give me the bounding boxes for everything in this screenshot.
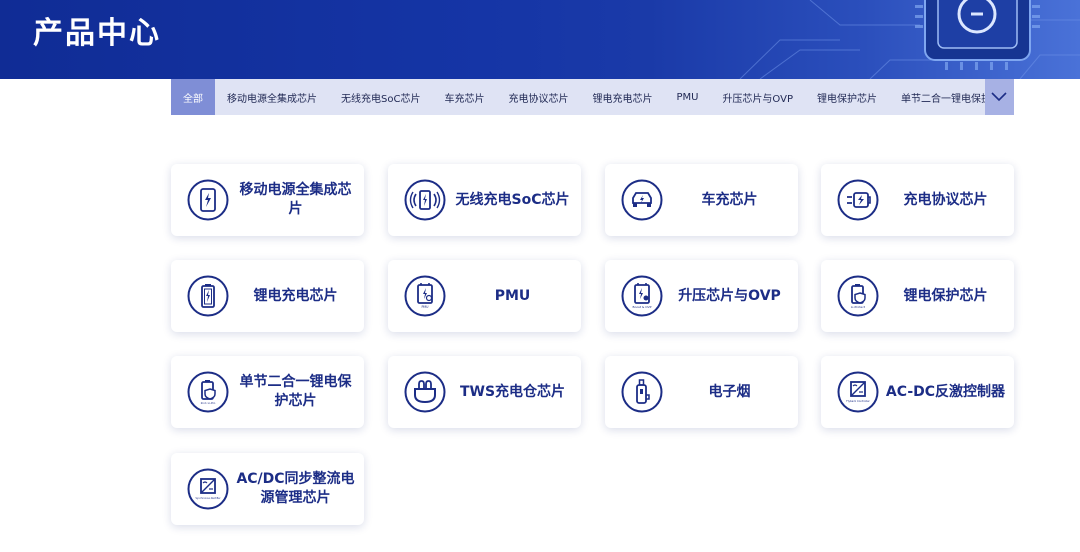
chevron-down-icon xyxy=(991,92,1007,102)
icon-caption: Flyback Controller xyxy=(846,399,870,403)
product-card-power-bank[interactable]: 移动电源全集成芯片 xyxy=(171,164,364,236)
product-label: AC-DC反激控制器 xyxy=(885,383,1006,400)
tab-car-charger[interactable]: 车充芯片 xyxy=(432,79,496,115)
tab-boost-ovp[interactable]: 升压芯片与OVP xyxy=(710,79,805,115)
product-card-car-charger[interactable]: 车充芯片 xyxy=(605,164,798,236)
battery-protection-icon: Li-Protect xyxy=(837,275,879,317)
icon-caption: Li-Protect xyxy=(851,305,866,309)
tab-all[interactable]: 全部 xyxy=(171,79,215,115)
product-label: 电子烟 xyxy=(708,383,751,400)
product-grid: 移动电源全集成芯片 无线充电SoC芯片 车充芯片 充电协议芯片 锂电充电芯片 P… xyxy=(171,164,1014,526)
icon-caption: 2in1 Li-Pro xyxy=(201,401,216,405)
tab-pmu[interactable]: PMU xyxy=(664,79,710,115)
product-card-ac-dc-flyback[interactable]: Flyback Controller AC-DC反激控制器 xyxy=(821,356,1014,428)
product-card-boost-ovp[interactable]: Boost & OVP 升压芯片与OVP xyxy=(605,260,798,332)
product-card-ac-dc-sync-rectifier[interactable]: Synchronous Rectifier AC/DC同步整流电源管理芯片 xyxy=(171,453,364,525)
product-card-charging-protocol[interactable]: 充电协议芯片 xyxy=(821,164,1014,236)
tab-charging-protocol[interactable]: 充电协议芯片 xyxy=(496,79,580,115)
product-label: 移动电源全集成芯片 xyxy=(239,182,352,217)
product-label: PMU xyxy=(494,287,531,304)
product-label: 充电协议芯片 xyxy=(903,191,988,208)
pmu-icon: PMU xyxy=(404,275,446,317)
page-title: 产品中心 xyxy=(33,16,161,51)
more-tabs-button[interactable] xyxy=(984,79,1014,115)
sync-rectifier-icon: Synchronous Rectifier xyxy=(187,468,229,510)
icon-caption: Synchronous Rectifier xyxy=(195,497,220,500)
e-cigarette-icon xyxy=(621,371,663,413)
page-banner: 产品中心 xyxy=(0,0,1080,79)
tab-battery-charging[interactable]: 锂电充电芯片 xyxy=(580,79,664,115)
product-label: TWS充电仓芯片 xyxy=(459,383,566,400)
product-label: 锂电保护芯片 xyxy=(903,287,988,304)
product-label: 无线充电SoC芯片 xyxy=(455,191,570,208)
boost-ovp-icon: Boost & OVP xyxy=(621,275,663,317)
category-tab-bar: 全部 移动电源全集成芯片 无线充电SoC芯片 车充芯片 充电协议芯片 锂电充电芯… xyxy=(171,79,1014,115)
tab-power-bank[interactable]: 移动电源全集成芯片 xyxy=(215,79,329,115)
product-card-tws-case[interactable]: TWS充电仓芯片 xyxy=(388,356,581,428)
charging-protocol-icon xyxy=(837,179,879,221)
tab-two-in-one-protection[interactable]: 单节二合一锂电保护芯 xyxy=(889,79,985,115)
icon-caption: Boost & OVP xyxy=(633,305,652,309)
product-label: AC/DC同步整流电源管理芯片 xyxy=(236,471,355,506)
circuit-chip-graphic xyxy=(739,0,1080,79)
tws-earbuds-icon xyxy=(404,371,446,413)
flyback-controller-icon: Flyback Controller xyxy=(837,371,879,413)
wireless-charging-icon xyxy=(404,179,446,221)
product-card-pmu[interactable]: PMU PMU xyxy=(388,260,581,332)
product-label: 升压芯片与OVP xyxy=(678,287,781,304)
icon-caption: PMU xyxy=(421,305,429,309)
product-card-wireless-charging[interactable]: 无线充电SoC芯片 xyxy=(388,164,581,236)
product-label: 锂电充电芯片 xyxy=(253,287,338,304)
battery-charging-icon xyxy=(187,275,229,317)
product-card-battery-charging[interactable]: 锂电充电芯片 xyxy=(171,260,364,332)
power-bank-icon xyxy=(187,179,229,221)
tab-wireless-charging[interactable]: 无线充电SoC芯片 xyxy=(329,79,432,115)
product-card-battery-protection[interactable]: Li-Protect 锂电保护芯片 xyxy=(821,260,1014,332)
product-label: 单节二合一锂电保护芯片 xyxy=(239,374,352,409)
two-in-one-protection-icon: 2in1 Li-Pro xyxy=(187,371,229,413)
tab-battery-protection[interactable]: 锂电保护芯片 xyxy=(805,79,889,115)
car-charger-icon xyxy=(621,179,663,221)
product-label: 车充芯片 xyxy=(701,191,758,208)
product-card-e-cigarette[interactable]: 电子烟 xyxy=(605,356,798,428)
product-card-two-in-one-protection[interactable]: 2in1 Li-Pro 单节二合一锂电保护芯片 xyxy=(171,356,364,428)
